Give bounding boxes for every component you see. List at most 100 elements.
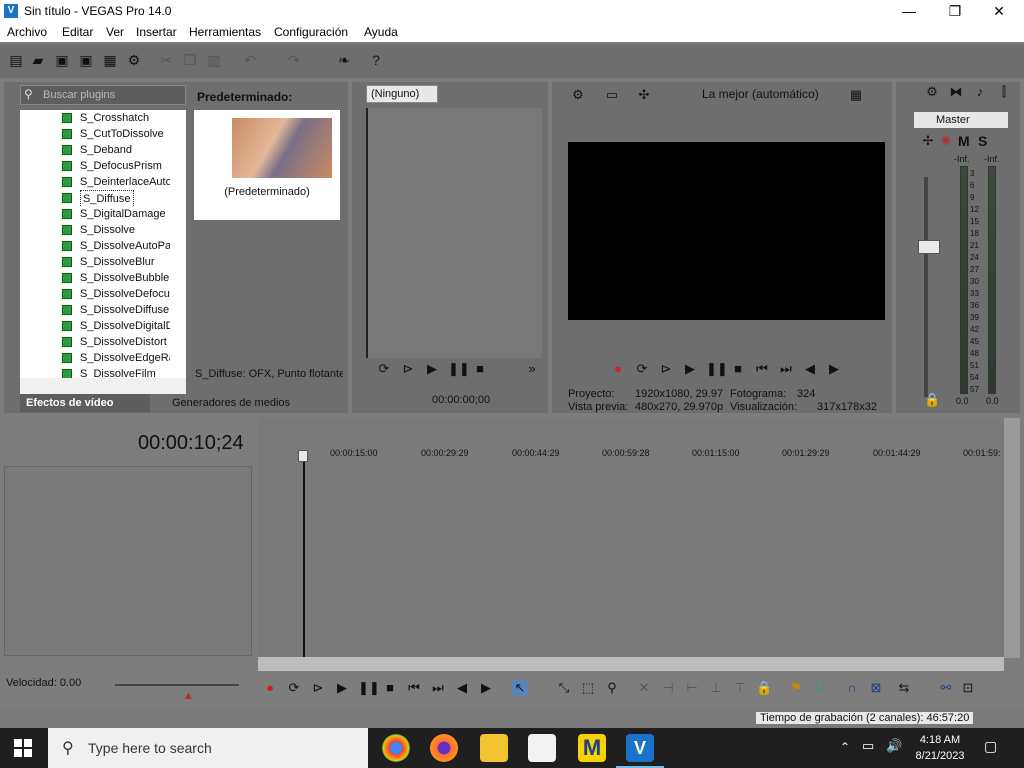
search-plugins-input[interactable]: Buscar plugins xyxy=(20,85,186,105)
stop-icon[interactable]: ■ xyxy=(472,361,488,377)
burn-icon[interactable]: ❧ xyxy=(336,52,352,68)
trim-start-icon[interactable]: ⊣ xyxy=(660,680,676,696)
timeline-vscroll[interactable] xyxy=(1004,418,1020,658)
timeline-cursor[interactable] xyxy=(303,458,305,658)
list-item[interactable]: S_DissolveDiffuse xyxy=(20,302,170,318)
region-icon[interactable]: ⚐ xyxy=(812,680,828,696)
open-folder-icon[interactable]: ▰ xyxy=(30,52,46,68)
play-icon[interactable]: ▶ xyxy=(334,680,350,696)
speaker-icon[interactable]: ♪ xyxy=(972,84,988,100)
split-screen-icon[interactable]: ✣ xyxy=(636,87,652,103)
solo-button[interactable]: S xyxy=(978,133,987,149)
velocity-slider[interactable] xyxy=(115,684,239,686)
external-monitor-icon[interactable]: ▭ xyxy=(604,87,620,103)
mute-button[interactable]: M xyxy=(958,133,970,149)
menu-archivo[interactable]: Archivo xyxy=(7,25,47,39)
undo-icon[interactable]: ↶ xyxy=(242,52,258,68)
mixer-icon[interactable]: ⧓ xyxy=(948,84,964,100)
preset-preview[interactable]: (Predeterminado) xyxy=(194,110,340,220)
track-list[interactable] xyxy=(4,466,252,656)
ripple-edit-icon[interactable]: ⇆ xyxy=(896,680,912,696)
taskbar-search-box[interactable]: Type here to search xyxy=(48,728,368,768)
paste-icon[interactable]: ▥ xyxy=(206,52,222,68)
panning-icon[interactable]: ✢ xyxy=(920,133,936,149)
vegas-taskbar-icon[interactable]: V xyxy=(626,734,654,762)
auto-crossfade-icon[interactable]: ⊠ xyxy=(868,680,884,696)
menu-editar[interactable]: Editar xyxy=(62,25,93,39)
delete-icon[interactable]: ✕ xyxy=(636,680,652,696)
maximize-button[interactable]: ❐ xyxy=(932,0,978,22)
menu-herramientas[interactable]: Herramientas xyxy=(189,25,261,39)
list-item[interactable]: S_DissolveBlur xyxy=(20,254,170,270)
go-to-start-icon[interactable]: ⏮ xyxy=(406,680,422,696)
close-button[interactable]: ✕ xyxy=(976,0,1022,22)
menu-ayuda[interactable]: Ayuda xyxy=(364,25,398,39)
trimmer-area[interactable] xyxy=(366,108,542,358)
list-item-selected[interactable]: S_Diffuse xyxy=(20,190,170,206)
minimize-button[interactable]: — xyxy=(886,0,932,22)
play-icon[interactable]: ▶ xyxy=(682,361,698,377)
plugin-list-hscroll[interactable] xyxy=(20,378,186,394)
gear-icon[interactable]: ⚙ xyxy=(924,84,940,100)
pause-icon[interactable]: ❚❚ xyxy=(358,680,380,696)
lock-icon[interactable]: 🔒 xyxy=(924,392,940,408)
previous-frame-icon[interactable]: ◀ xyxy=(454,680,470,696)
more-icon[interactable]: » xyxy=(524,361,540,377)
ignore-grouping-icon[interactable]: ⊡ xyxy=(960,680,976,696)
selection-tool-icon[interactable]: ⬚ xyxy=(580,680,596,696)
plugin-list[interactable]: S_Crosshatch S_CutToDissolve S_Deband S_… xyxy=(20,110,186,378)
tab-media-generators[interactable]: Generadores de medios xyxy=(166,394,296,412)
list-item[interactable]: S_Dissolve xyxy=(20,222,170,238)
previous-frame-icon[interactable]: ◀ xyxy=(802,361,818,377)
fx-icon[interactable]: ✺ xyxy=(938,133,954,149)
list-item[interactable]: S_DissolveDistort xyxy=(20,334,170,350)
list-item[interactable]: S_DigitalDamage xyxy=(20,206,170,222)
play-from-start-icon[interactable]: ⊳ xyxy=(658,361,674,377)
play-from-start-icon[interactable]: ⊳ xyxy=(400,361,416,377)
pause-icon[interactable]: ❚❚ xyxy=(706,361,728,377)
loop-icon[interactable]: ⟳ xyxy=(286,680,302,696)
network-icon[interactable]: ▭ xyxy=(862,738,874,754)
timeline-hscroll[interactable] xyxy=(258,657,1004,671)
preview-quality-dropdown[interactable]: La mejor (automático) xyxy=(702,87,819,101)
snap-magnet-icon[interactable]: ∩ xyxy=(844,680,860,696)
list-item[interactable]: S_DissolveDigitalD xyxy=(20,318,170,334)
lock-icon[interactable]: 🔒 xyxy=(756,680,772,696)
stop-icon[interactable]: ■ xyxy=(382,680,398,696)
start-windows-icon[interactable] xyxy=(14,739,32,757)
menu-insertar[interactable]: Insertar xyxy=(136,25,177,39)
fader-handle[interactable] xyxy=(918,240,940,254)
grid-icon[interactable]: ▦ xyxy=(848,87,864,103)
list-item[interactable]: S_Deband xyxy=(20,142,170,158)
list-item[interactable]: S_Crosshatch xyxy=(20,110,170,126)
zoom-tool-icon[interactable]: ⚲ xyxy=(604,680,620,696)
help-icon[interactable]: ? xyxy=(368,52,384,68)
go-to-end-icon[interactable]: ⏭ xyxy=(430,680,446,696)
envelope-tool-icon[interactable]: ⤡ xyxy=(556,680,572,696)
gear-icon[interactable]: ⚙ xyxy=(570,87,586,103)
trimmer-selector[interactable]: (Ninguno) xyxy=(366,85,438,103)
list-item[interactable]: S_DissolveDefocus xyxy=(20,286,170,302)
copy-icon[interactable]: ❐ xyxy=(182,52,198,68)
list-item[interactable]: S_CutToDissolve xyxy=(20,126,170,142)
save-as-icon[interactable]: ▣ xyxy=(78,52,94,68)
cut-icon[interactable]: ✂ xyxy=(158,52,174,68)
faders-icon[interactable]: ⫿ xyxy=(996,84,1012,100)
next-frame-icon[interactable]: ▶ xyxy=(478,680,494,696)
list-item[interactable]: S_DissolveBubble xyxy=(20,270,170,286)
list-item[interactable]: S_DissolveAutoPai xyxy=(20,238,170,254)
gear-icon[interactable]: ⚙ xyxy=(126,52,142,68)
file-explorer-icon[interactable] xyxy=(480,734,508,762)
go-to-end-icon[interactable]: ⏭ xyxy=(778,361,794,377)
save-icon[interactable]: ▣ xyxy=(54,52,70,68)
timeline-area[interactable]: 00:00:15:00 00:00:29:29 00:00:44:29 00:0… xyxy=(258,418,1004,658)
redo-icon[interactable]: ↷ xyxy=(286,52,302,68)
lock-envelopes-icon[interactable]: ⚯ xyxy=(938,680,954,696)
menu-configuracion[interactable]: Configuración xyxy=(274,25,348,39)
loop-icon[interactable]: ⟳ xyxy=(376,361,392,377)
list-item[interactable]: S_DeinterlaceAuto xyxy=(20,174,170,190)
tab-video-effects[interactable]: Efectos de vídeo xyxy=(20,394,150,412)
list-item[interactable]: S_DissolveEdgeRa xyxy=(20,350,170,366)
ripple-icon[interactable]: ⊤ xyxy=(732,680,748,696)
notifications-icon[interactable]: ▢ xyxy=(984,738,997,755)
